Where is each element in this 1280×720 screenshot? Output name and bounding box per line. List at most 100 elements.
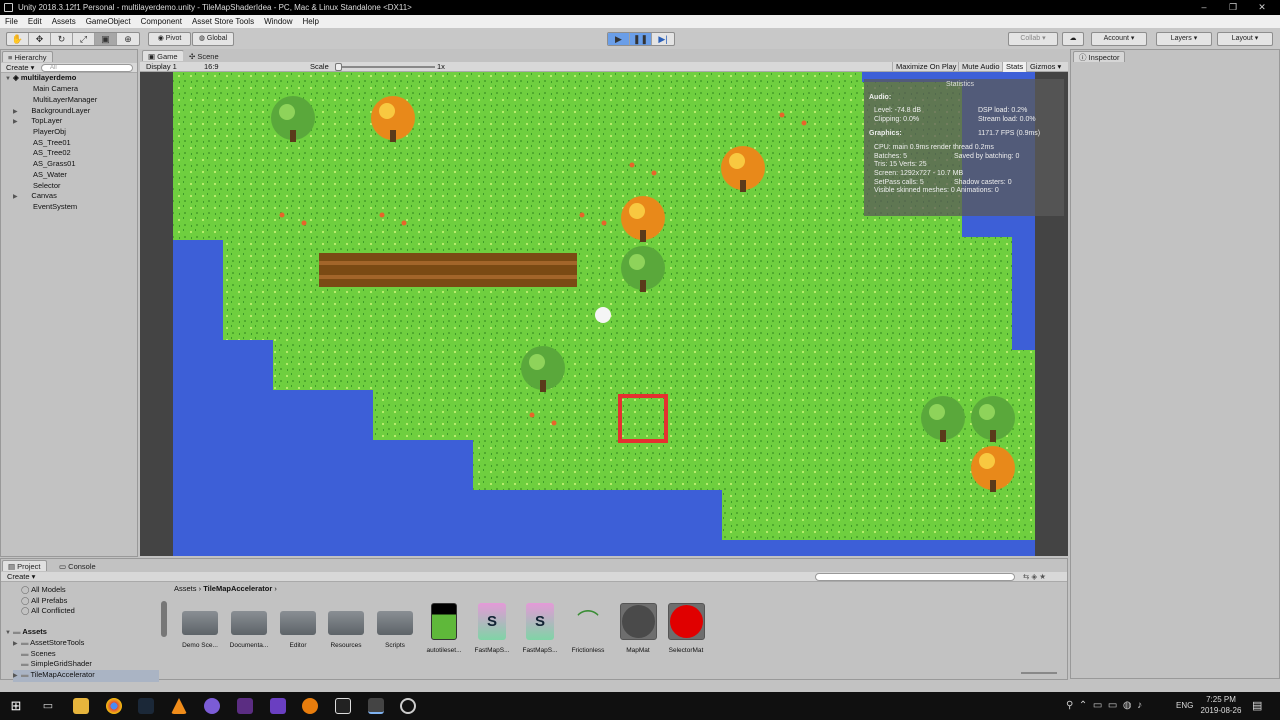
filter-icons[interactable]: ⇆ ◈ ★: [1023, 572, 1046, 583]
breadcrumb-assets[interactable]: Assets: [174, 584, 197, 593]
global-toggle[interactable]: ◍ Global: [192, 32, 234, 46]
menu-gameobject[interactable]: GameObject: [81, 15, 136, 28]
hierarchy-item[interactable]: ▶ Canvas: [13, 191, 57, 203]
hand-tool-icon[interactable]: ✋: [7, 33, 29, 45]
menu-file[interactable]: File: [0, 15, 23, 28]
rider-icon[interactable]: [237, 698, 253, 714]
step-button-icon[interactable]: ▶|: [652, 33, 674, 45]
scale-slider-handle[interactable]: [335, 63, 342, 71]
asset-texture[interactable]: autotileset...: [420, 603, 468, 654]
minimize-button[interactable]: –: [1188, 0, 1220, 15]
rect-tool-icon[interactable]: ▣: [95, 33, 117, 45]
blender-icon[interactable]: [302, 698, 318, 714]
app-icon[interactable]: [400, 698, 416, 714]
move-tool-icon[interactable]: ✥: [29, 33, 51, 45]
project-folder-selected[interactable]: ▶ ▬ TileMapAccelerator: [13, 670, 159, 682]
collab-button[interactable]: Collab ▾: [1008, 32, 1058, 46]
hierarchy-item[interactable]: PlayerObj: [33, 127, 66, 138]
favorites-item[interactable]: ◯ All Conflicted: [21, 606, 75, 617]
asset-folder[interactable]: Resources: [322, 603, 370, 649]
icon-size-slider[interactable]: [1021, 672, 1057, 674]
project-create-button[interactable]: Create ▾: [7, 572, 35, 583]
aspect-dropdown[interactable]: 16:9: [204, 62, 219, 73]
hierarchy-item[interactable]: Selector: [33, 181, 61, 192]
tray-icons[interactable]: ⚲ ⌃ ▭ ▭ ◍ ♪: [1066, 700, 1142, 711]
favorites-item[interactable]: ◯ All Models: [21, 585, 66, 596]
gizmos-dropdown[interactable]: Gizmos ▾: [1026, 62, 1061, 73]
menu-asset-store-tools[interactable]: Asset Store Tools: [187, 15, 259, 28]
input-language[interactable]: ENG: [1176, 701, 1193, 710]
scale-slider[interactable]: [335, 63, 435, 71]
task-view-icon[interactable]: ▭: [40, 698, 56, 714]
cloud-icon[interactable]: ☁: [1062, 32, 1084, 46]
tab-project[interactable]: ▤ Project: [2, 560, 47, 571]
hierarchy-create-button[interactable]: Create ▾: [6, 63, 34, 74]
clock-date[interactable]: 2019-08-26: [1199, 706, 1243, 715]
scale-tool-icon[interactable]: ⤢: [73, 33, 95, 45]
hierarchy-item[interactable]: EventSystem: [33, 202, 77, 213]
maximize-on-play-toggle[interactable]: Maximize On Play: [892, 62, 956, 73]
play-button-icon[interactable]: ▶: [608, 33, 630, 45]
steam-icon[interactable]: [138, 698, 154, 714]
favorites-item[interactable]: ◯ All Prefabs: [21, 596, 67, 607]
tab-console[interactable]: ▭ Console: [53, 560, 102, 571]
unity-hub-icon[interactable]: [335, 698, 351, 714]
account-dropdown[interactable]: Account ▾: [1091, 32, 1147, 46]
pause-button-icon[interactable]: ❚❚: [630, 33, 652, 45]
project-search-input[interactable]: [815, 573, 1015, 581]
close-button[interactable]: ✕: [1246, 0, 1278, 15]
notification-icon[interactable]: ▤: [1252, 699, 1262, 712]
pivot-toggle[interactable]: ◉ Pivot: [148, 32, 191, 46]
hierarchy-search-input[interactable]: All: [41, 64, 133, 72]
hierarchy-item[interactable]: MultiLayerManager: [33, 95, 97, 106]
scene-root[interactable]: ▼ ◈ multilayerdemo: [5, 73, 76, 85]
hierarchy-item[interactable]: AS_Tree02: [33, 148, 71, 159]
project-folder[interactable]: ▬ SimpleGridShader: [13, 659, 92, 670]
breadcrumb-tilemap[interactable]: TileMapAccelerator: [203, 584, 272, 593]
hierarchy-item[interactable]: AS_Water: [33, 170, 67, 181]
asset-folder[interactable]: Scripts: [371, 603, 419, 649]
vlc-icon[interactable]: [171, 698, 187, 714]
rotate-tool-icon[interactable]: ↻: [51, 33, 73, 45]
maximize-button[interactable]: ❐: [1217, 0, 1249, 15]
menu-assets[interactable]: Assets: [47, 15, 81, 28]
tab-inspector[interactable]: ⓘ Inspector: [1073, 51, 1126, 62]
asset-folder[interactable]: Demo Sce...: [176, 603, 224, 649]
mute-audio-toggle[interactable]: Mute Audio: [958, 62, 1000, 73]
asset-physics-material[interactable]: ⌒ Frictionless: [564, 603, 612, 654]
layout-dropdown[interactable]: Layout ▾: [1217, 32, 1273, 46]
hierarchy-item[interactable]: Main Camera: [33, 84, 78, 95]
assets-root[interactable]: ▼ ▬ Assets: [5, 627, 47, 639]
visual-studio-icon[interactable]: [270, 698, 286, 714]
file-explorer-icon[interactable]: [73, 698, 89, 714]
asset-folder[interactable]: Documenta...: [225, 603, 273, 649]
hierarchy-item[interactable]: AS_Tree01: [33, 138, 71, 149]
clock-time[interactable]: 7:25 PM: [1201, 695, 1241, 704]
project-folder[interactable]: ▶ ▬ AssetStoreTools: [13, 638, 84, 650]
obs-icon[interactable]: [204, 698, 220, 714]
tab-scene[interactable]: ✣ Scene: [183, 50, 225, 61]
layers-dropdown[interactable]: Layers ▾: [1156, 32, 1212, 46]
hierarchy-item[interactable]: AS_Grass01: [33, 159, 76, 170]
asset-shader[interactable]: S FastMapS...: [516, 603, 564, 654]
asset-material[interactable]: MapMat: [614, 603, 662, 654]
project-folder[interactable]: ▬ Scenes: [13, 649, 56, 660]
menu-help[interactable]: Help: [298, 15, 324, 28]
tab-game[interactable]: ▣ Game: [142, 50, 184, 61]
unity-editor-icon[interactable]: [368, 698, 384, 714]
menu-window[interactable]: Window: [259, 15, 297, 28]
transform-tool-icon[interactable]: ⊕: [117, 33, 139, 45]
tab-hierarchy[interactable]: ≡ Hierarchy: [2, 51, 53, 62]
hierarchy-item-label: Canvas: [31, 191, 57, 200]
menu-edit[interactable]: Edit: [23, 15, 47, 28]
display-dropdown[interactable]: Display 1: [146, 62, 177, 73]
asset-folder[interactable]: Editor: [274, 603, 322, 649]
chrome-icon[interactable]: [106, 698, 122, 714]
stats-toggle[interactable]: Stats: [1002, 62, 1027, 73]
tree-scrollbar[interactable]: [161, 601, 167, 637]
hierarchy-item[interactable]: ▶ TopLayer: [13, 116, 62, 128]
start-menu-icon[interactable]: ⊞: [8, 698, 24, 714]
asset-material[interactable]: SelectorMat: [662, 603, 710, 654]
asset-shader[interactable]: S FastMapS...: [468, 603, 516, 654]
menu-component[interactable]: Component: [136, 15, 187, 28]
